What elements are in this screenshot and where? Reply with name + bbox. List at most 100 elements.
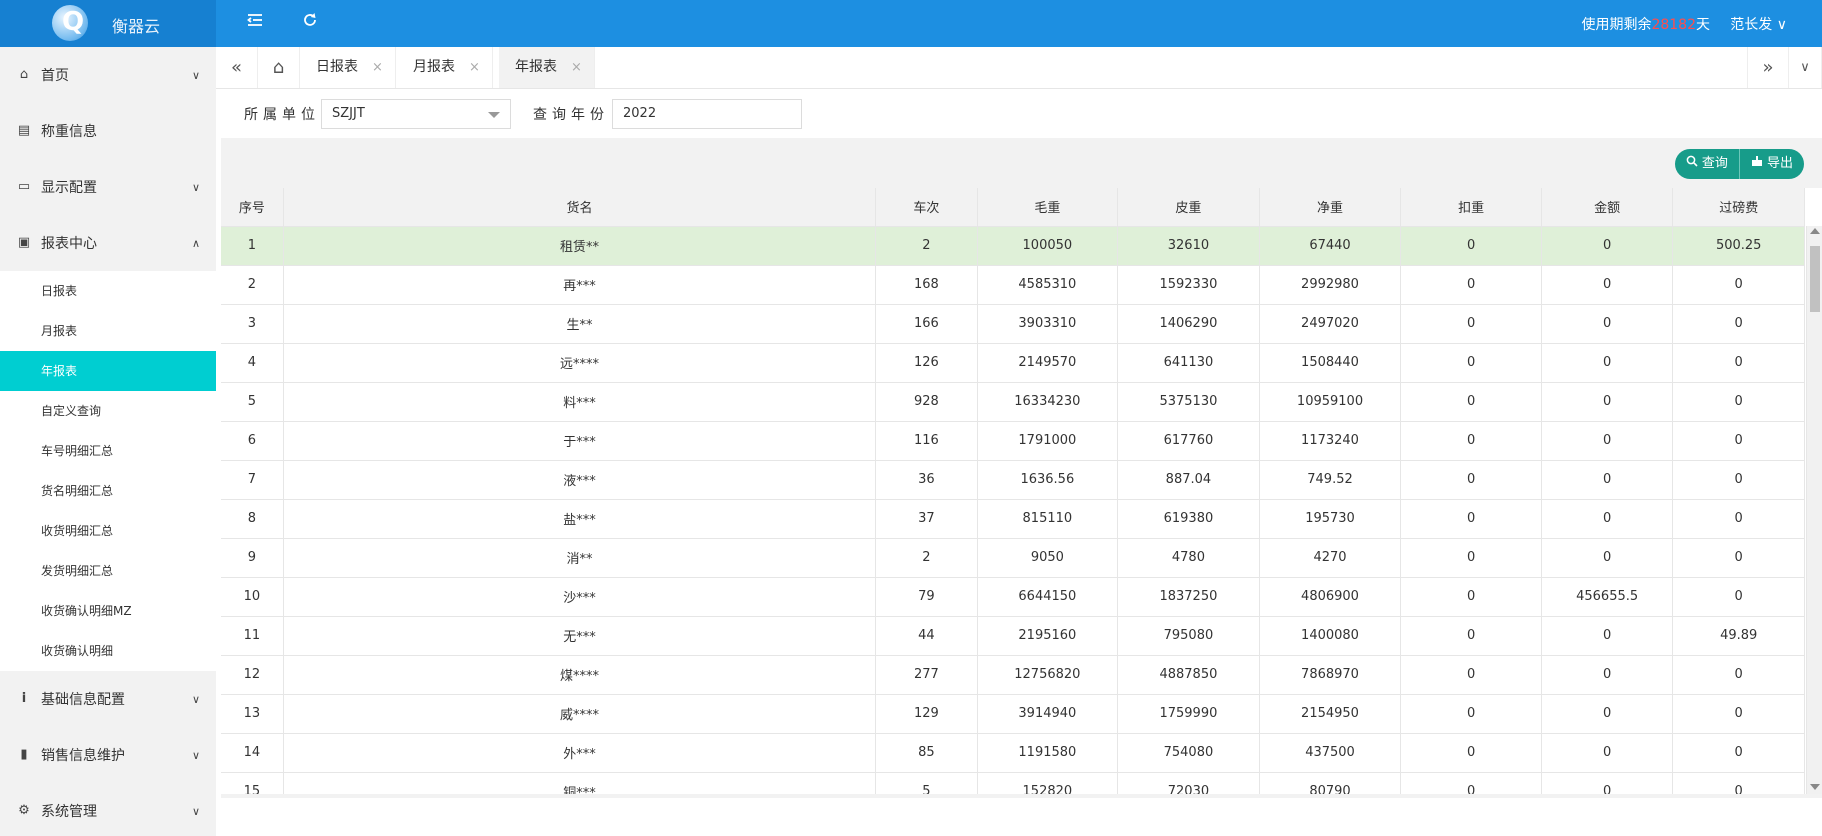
table-cell: 0 [1541, 304, 1674, 344]
sidebar-subitem-daily[interactable]: 日报表 [0, 271, 216, 311]
table-cell: 0 [1672, 499, 1805, 539]
gear-icon: ⚙ [18, 803, 30, 818]
table-cell: 456655.5 [1541, 577, 1674, 617]
scrollbar-thumb[interactable] [1810, 246, 1820, 312]
scroll-up-arrow-icon[interactable] [1810, 228, 1820, 234]
scroll-down-arrow-icon[interactable] [1810, 784, 1820, 790]
sidebar-subitem-custom-query[interactable]: 自定义查询 [0, 391, 216, 431]
sidebar-subitem-yearly[interactable]: 年报表 [0, 351, 216, 391]
column-header[interactable]: 序号 [221, 188, 284, 227]
table-cell: 消** [283, 538, 877, 578]
table-cell: 6 [221, 421, 284, 461]
column-header[interactable]: 净重 [1259, 188, 1402, 227]
close-icon[interactable]: × [571, 60, 582, 75]
sidebar-subitem-goods-summary[interactable]: 货名明细汇总 [0, 471, 216, 511]
table-cell: 49.89 [1672, 616, 1805, 656]
table-cell: 195730 [1259, 499, 1402, 539]
sidebar-subitem-vehicle-summary[interactable]: 车号明细汇总 [0, 431, 216, 471]
close-icon[interactable]: × [469, 60, 480, 75]
tab-monthly[interactable]: 月报表 × [397, 47, 493, 88]
table-row[interactable]: 14 外*** 85 1191580 754080 437500 0 0 0 [221, 733, 1805, 773]
table-cell: 租赁** [283, 226, 877, 266]
chevron-up-icon: ∧ [191, 237, 200, 250]
year-input[interactable]: 2022 [612, 99, 802, 129]
column-header[interactable]: 扣重 [1400, 188, 1542, 227]
table-cell: 0 [1400, 460, 1542, 500]
table-cell: 2 [875, 226, 978, 266]
sidebar-item-reports[interactable]: ▣ 报表中心 ∧ [0, 215, 216, 271]
sidebar-item-display[interactable]: ▭ 显示配置 ∨ [0, 159, 216, 215]
table-row[interactable]: 11 无*** 44 2195160 795080 1400080 0 0 49.89 [221, 616, 1805, 656]
table-row[interactable]: 7 液*** 36 1636.56 887.04 749.52 0 0 0 [221, 460, 1805, 500]
table-cell: 0 [1672, 460, 1805, 500]
table-row[interactable]: 4 远**** 126 2149570 641130 1508440 0 0 0 [221, 343, 1805, 383]
tabs-dropdown-icon[interactable]: ∨ [1789, 47, 1822, 88]
sidebar-item-sales[interactable]: ▮ 销售信息维护 ∨ [0, 727, 216, 783]
menu-collapse-icon[interactable] [243, 11, 267, 35]
table-cell: 116 [875, 421, 978, 461]
tabs-scroll-left-icon[interactable]: « [216, 47, 258, 88]
table-row[interactable]: 9 消** 2 9050 4780 4270 0 0 0 [221, 538, 1805, 578]
table-row[interactable]: 13 威**** 129 3914940 1759990 2154950 0 0 0 [221, 694, 1805, 734]
table-cell: 0 [1672, 694, 1805, 734]
table-cell: 887.04 [1117, 460, 1260, 500]
sidebar-subitem-receipt-confirm-mz[interactable]: 收货确认明细MZ [0, 591, 216, 631]
table-cell: 80790 [1259, 772, 1402, 794]
table-row[interactable]: 8 盐*** 37 815110 619380 195730 0 0 0 [221, 499, 1805, 539]
table-cell: 8 [221, 499, 284, 539]
column-header[interactable]: 金额 [1541, 188, 1674, 227]
chevron-down-icon: ∨ [191, 693, 200, 706]
column-header[interactable]: 车次 [875, 188, 978, 227]
vertical-scrollbar[interactable] [1806, 226, 1822, 794]
table-row[interactable]: 15 铜*** 5 152820 72030 80790 0 0 0 [221, 772, 1805, 794]
query-button[interactable]: 查询 [1675, 149, 1739, 179]
table-cell: 37 [875, 499, 978, 539]
tabs-scroll-right-icon[interactable]: » [1747, 47, 1789, 88]
table-cell: 盐*** [283, 499, 877, 539]
home-tab-icon[interactable]: ⌂ [258, 47, 300, 88]
column-header[interactable]: 货名 [283, 188, 877, 227]
usage-remaining: 使用期剩余28182天 [1581, 17, 1710, 33]
sidebar-subitem-monthly[interactable]: 月报表 [0, 311, 216, 351]
search-icon [1686, 155, 1698, 167]
close-icon[interactable]: × [372, 60, 383, 75]
table-cell: 液*** [283, 460, 877, 500]
unit-select[interactable]: SZJJT [321, 99, 511, 129]
table-cell: 0 [1400, 382, 1542, 422]
sidebar-subitem-shipping-summary[interactable]: 发货明细汇总 [0, 551, 216, 591]
export-button[interactable]: 导出 [1738, 149, 1804, 179]
table-row[interactable]: 3 生** 166 3903310 1406290 2497020 0 0 0 [221, 304, 1805, 344]
refresh-icon[interactable] [298, 11, 322, 35]
sidebar-subitem-receipt-confirm[interactable]: 收货确认明细 [0, 631, 216, 671]
sidebar-subitem-receiving-summary[interactable]: 收货明细汇总 [0, 511, 216, 551]
table-cell: 0 [1541, 538, 1674, 578]
column-header[interactable]: 过磅费 [1672, 188, 1805, 227]
table-cell: 16334230 [977, 382, 1119, 422]
tab-yearly[interactable]: 年报表 × [499, 47, 595, 88]
table-cell: 815110 [977, 499, 1119, 539]
user-menu[interactable]: 范长发 ∨ [1730, 14, 1787, 34]
tab-daily[interactable]: 日报表 × [300, 47, 396, 88]
table-cell: 0 [1400, 655, 1542, 695]
table-row[interactable]: 12 煤**** 277 12756820 4887850 7868970 0 0 0 [221, 655, 1805, 695]
table-row[interactable]: 6 于*** 116 1791000 617760 1173240 0 0 0 [221, 421, 1805, 461]
table-row[interactable]: 10 沙*** 79 6644150 1837250 4806900 0 456655.5 0 [221, 577, 1805, 617]
column-header[interactable]: 皮重 [1117, 188, 1260, 227]
table-cell: 6644150 [977, 577, 1119, 617]
table-cell: 0 [1400, 538, 1542, 578]
table-cell: 0 [1541, 226, 1674, 266]
sidebar-item-home[interactable]: ⌂ 首页 ∨ [0, 47, 216, 103]
table-cell: 13 [221, 694, 284, 734]
table-cell: 617760 [1117, 421, 1260, 461]
sidebar-item-system[interactable]: ⚙ 系统管理 ∨ [0, 783, 216, 836]
sidebar-item-weighing[interactable]: ▤ 称重信息 [0, 103, 216, 159]
table-cell: 4887850 [1117, 655, 1260, 695]
table-row[interactable]: 2 再*** 168 4585310 1592330 2992980 0 0 0 [221, 265, 1805, 305]
table-cell: 0 [1541, 421, 1674, 461]
sidebar-item-basic-config[interactable]: i 基础信息配置 ∨ [0, 671, 216, 727]
table-row[interactable]: 5 料*** 928 16334230 5375130 10959100 0 0 0 [221, 382, 1805, 422]
table-cell: 0 [1541, 265, 1674, 305]
table-cell: 4585310 [977, 265, 1119, 305]
column-header[interactable]: 毛重 [977, 188, 1119, 227]
table-row[interactable]: 1 租赁** 2 100050 32610 67440 0 0 500.25 [221, 226, 1805, 266]
